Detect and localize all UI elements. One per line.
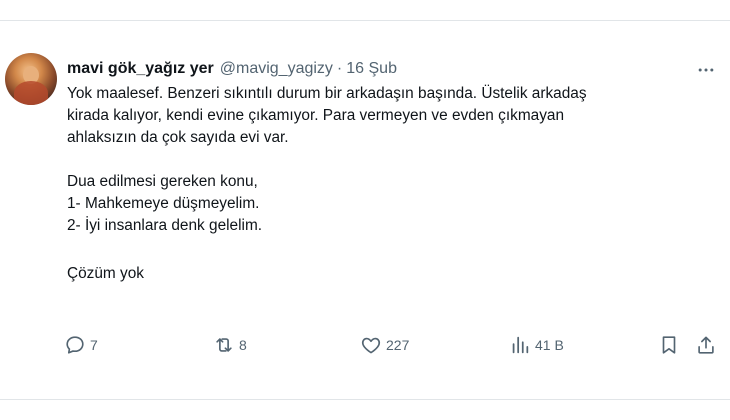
more-horizontal-icon: [698, 68, 714, 72]
tweet-date[interactable]: 16 Şub: [346, 60, 397, 78]
tweet-header: mavi gök_yağız yer @mavig_yagizy · 16 Şu…: [67, 58, 397, 80]
avatar-clothing: [14, 81, 48, 105]
tweet-text-line: ahlaksızın da çok sayıda evi var.: [67, 129, 289, 146]
tweet-text-line: 2- İyi insanlara denk gelelim.: [67, 217, 263, 234]
retweet-count: 8: [239, 337, 247, 353]
analytics-icon: [512, 336, 529, 354]
tweet-text: Yok maalesef. Benzeri sıkıntılı durum bi…: [67, 83, 727, 285]
views-count: 41 B: [535, 337, 564, 353]
tweet-text-line: Çözüm yok: [67, 265, 144, 282]
author-handle[interactable]: @mavig_yagizy: [220, 60, 333, 78]
action-bar: 7 8 227 41 B: [0, 328, 730, 362]
more-options-button[interactable]: [693, 60, 719, 80]
top-divider: [0, 20, 730, 21]
author-name[interactable]: mavi gök_yağız yer: [67, 60, 214, 78]
reply-icon: [66, 336, 84, 354]
tweet-text-line: Dua edilmesi gereken konu,: [67, 173, 258, 190]
reply-count: 7: [90, 337, 98, 353]
tweet-text-line: Yok maalesef. Benzeri sıkıntılı durum bi…: [67, 85, 587, 102]
bottom-divider: [0, 399, 730, 400]
tweet-text-line: kirada kalıyor, kendi evine çıkamıyor. P…: [67, 107, 565, 124]
share-button[interactable]: [695, 328, 717, 362]
retweet-button[interactable]: 8: [213, 328, 247, 362]
header-separator: ·: [336, 60, 343, 77]
tweet-text-line: 1- Mahkemeye düşmeyelim.: [67, 195, 260, 212]
heart-icon: [361, 337, 381, 354]
views-button[interactable]: 41 B: [509, 328, 564, 362]
share-icon: [698, 336, 714, 354]
like-button[interactable]: 227: [360, 328, 409, 362]
reply-button[interactable]: 7: [64, 328, 98, 362]
like-count: 227: [386, 337, 410, 353]
bookmark-button[interactable]: [658, 328, 680, 362]
retweet-icon: [216, 338, 232, 352]
bookmark-icon: [662, 336, 676, 354]
avatar[interactable]: [5, 53, 57, 105]
